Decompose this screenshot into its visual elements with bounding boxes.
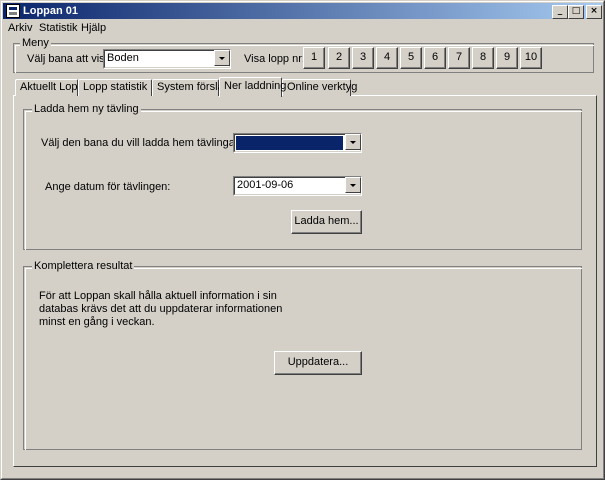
menu-statistik[interactable]: Statistik	[39, 21, 78, 35]
datum-label: Ange datum för tävlingen:	[45, 181, 171, 193]
lopp-button-3[interactable]: 3	[352, 47, 374, 69]
chevron-down-icon[interactable]	[345, 134, 361, 150]
title-bar[interactable]: Loppan 01 _ □ ×	[3, 3, 602, 19]
lopp-button-5[interactable]: 5	[400, 47, 422, 69]
ladda-hem-button[interactable]: Ladda hem...	[291, 210, 362, 234]
window-title: Loppan 01	[23, 5, 79, 17]
tab-aktuellt-lopp[interactable]: Aktuellt Lopp	[15, 79, 84, 96]
lopp-button-1[interactable]: 1	[303, 47, 325, 69]
uppdatera-button[interactable]: Uppdatera...	[274, 351, 362, 375]
chevron-down-icon[interactable]	[214, 50, 230, 66]
meny-legend: Meny	[20, 37, 51, 49]
app-icon	[6, 4, 20, 18]
menu-bar: Arkiv Statistik Hjälp	[3, 20, 602, 36]
menu-hjalp[interactable]: Hjälp	[81, 21, 106, 35]
lopp-button-8[interactable]: 8	[472, 47, 494, 69]
bana-select[interactable]: Boden	[103, 49, 231, 69]
minimize-button[interactable]: _	[552, 5, 568, 19]
tab-online-verktyg[interactable]: Online verktyg	[282, 79, 357, 96]
datum-select[interactable]: 2001-09-06	[233, 176, 362, 196]
complete-legend: Komplettera resultat	[32, 260, 135, 272]
close-button[interactable]: ×	[586, 5, 602, 19]
visa-lopp-label: Visa lopp nr:	[244, 53, 305, 65]
bana-label: Välj bana att visa:	[27, 53, 114, 65]
menu-arkiv[interactable]: Arkiv	[8, 21, 32, 35]
complete-info-text: För att Loppan skall hålla aktuell infor…	[39, 290, 283, 328]
lopp-button-7[interactable]: 7	[448, 47, 470, 69]
tab-system-forslag[interactable]: System förslag	[152, 79, 230, 96]
download-bana-selection	[236, 136, 343, 150]
datum-value: 2001-09-06	[237, 179, 294, 191]
download-legend: Ladda hem ny tävling	[32, 103, 141, 115]
bana-select-value: Boden	[107, 52, 139, 64]
lopp-button-2[interactable]: 2	[328, 47, 350, 69]
app-window: Loppan 01 _ □ × Arkiv Statistik Hjälp Me…	[0, 0, 605, 480]
lopp-button-9[interactable]: 9	[496, 47, 518, 69]
chevron-down-icon[interactable]	[345, 177, 361, 193]
lopp-button-10[interactable]: 10	[520, 47, 542, 69]
tab-lopp-statistik[interactable]: Lopp statistik	[78, 79, 152, 96]
tab-ner-laddning[interactable]: Ner laddning	[219, 77, 286, 97]
maximize-button[interactable]: □	[568, 5, 584, 19]
lopp-button-6[interactable]: 6	[424, 47, 446, 69]
lopp-button-4[interactable]: 4	[376, 47, 398, 69]
download-bana-select[interactable]	[233, 133, 362, 153]
